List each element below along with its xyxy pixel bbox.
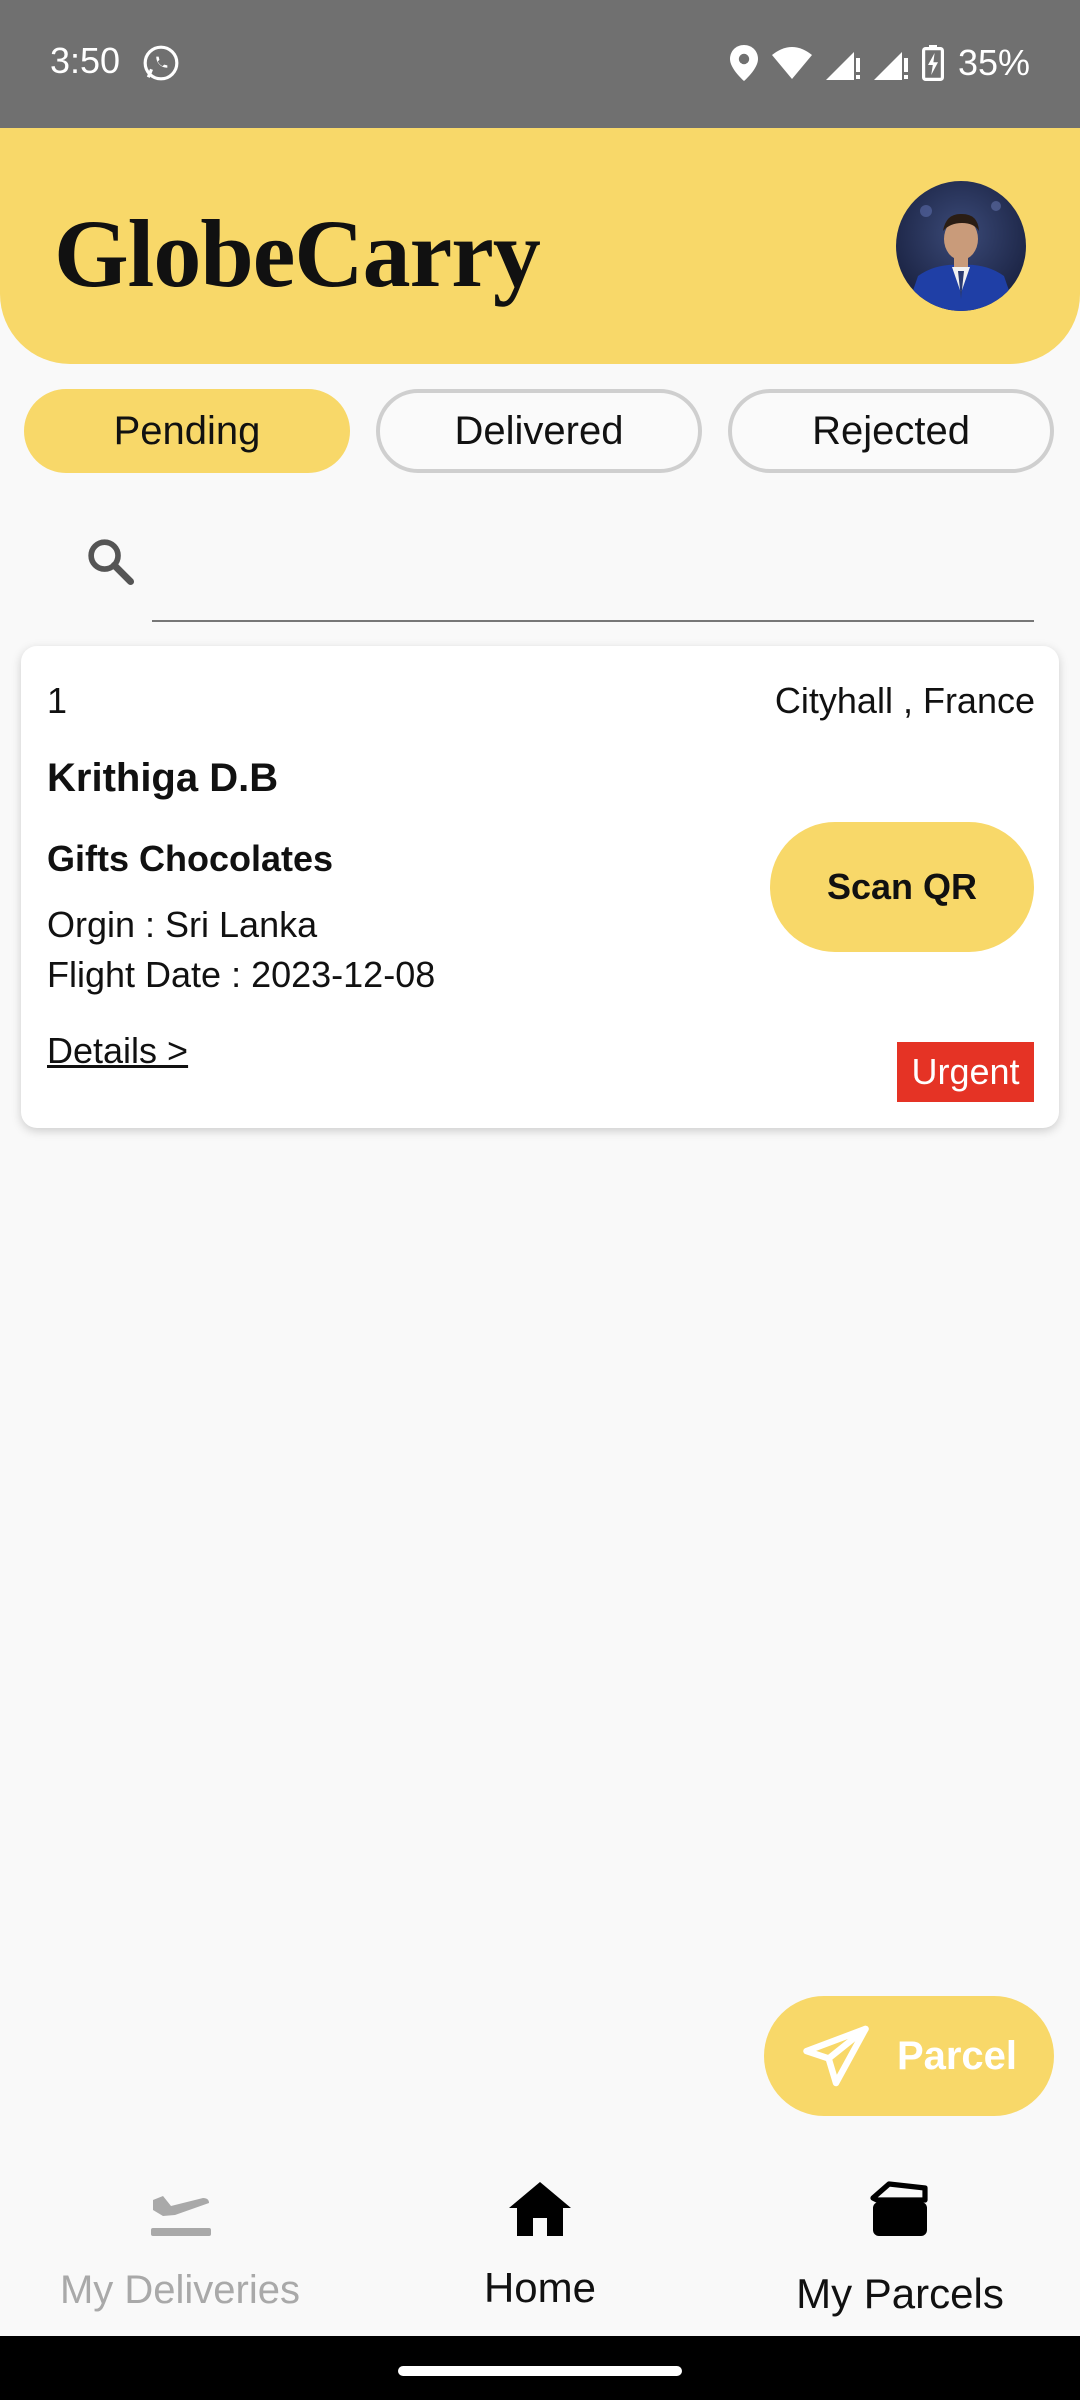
bottom-nav: My Deliveries Home My Parcels — [0, 2150, 1080, 2336]
status-bar: 3:50 35% — [0, 0, 1080, 128]
parcel-fab-button[interactable]: Parcel — [764, 1996, 1054, 2116]
nav-item-my-deliveries[interactable]: My Deliveries — [0, 2150, 360, 2336]
system-gesture-area — [0, 2336, 1080, 2400]
parcel-origin: Orgin : Sri Lanka — [47, 904, 318, 945]
profile-photo — [906, 201, 1016, 311]
tab-rejected[interactable]: Rejected — [728, 389, 1054, 473]
airplane-landing-icon — [151, 2196, 211, 2236]
app-header: GlobeCarry — [0, 128, 1080, 364]
signal-icon — [825, 52, 860, 80]
whatsapp-icon — [143, 45, 179, 81]
status-icons: 35% — [729, 38, 1030, 88]
tab-pending[interactable]: Pending — [24, 389, 350, 473]
nav-label-my-deliveries: My Deliveries — [59, 2268, 301, 2312]
nav-item-home[interactable]: Home — [360, 2150, 720, 2336]
location-icon — [729, 45, 758, 81]
battery-percent: 35% — [957, 42, 1030, 83]
parcel-location: Cityhall , France — [774, 680, 1035, 721]
app-title: GlobeCarry — [54, 200, 541, 307]
parcel-card: 1 Cityhall , France Krithiga D.B Gifts C… — [21, 646, 1059, 1128]
nav-item-my-parcels[interactable]: My Parcels — [720, 2150, 1080, 2336]
home-gesture-handle[interactable] — [398, 2366, 682, 2376]
flight-date: Flight Date : 2023-12-08 — [47, 954, 436, 995]
urgent-badge: Urgent — [897, 1042, 1034, 1102]
nav-label-home: Home — [483, 2264, 597, 2311]
box-icon — [870, 2181, 928, 2236]
status-time: 3:50 — [50, 40, 121, 81]
send-icon — [803, 2025, 869, 2087]
parcel-index: 1 — [47, 680, 68, 721]
details-link[interactable]: Details > — [47, 1030, 188, 1072]
recipient-name: Krithiga D.B — [47, 756, 279, 800]
nav-label-my-parcels: My Parcels — [796, 2270, 1004, 2317]
search-input[interactable] — [152, 520, 1034, 622]
tab-delivered[interactable]: Delivered — [376, 389, 702, 473]
wifi-icon — [771, 47, 812, 79]
search-icon — [88, 539, 135, 586]
scan-qr-button[interactable]: Scan QR — [770, 822, 1034, 952]
status-tabs: Pending Delivered Rejected — [24, 389, 1054, 473]
parcel-fab-label: Parcel — [896, 2033, 1018, 2078]
avatar[interactable] — [896, 181, 1026, 311]
parcel-contents: Gifts Chocolates — [47, 838, 334, 879]
home-icon — [509, 2182, 571, 2236]
battery-charging-icon — [921, 45, 944, 81]
signal-icon-2 — [873, 52, 908, 80]
